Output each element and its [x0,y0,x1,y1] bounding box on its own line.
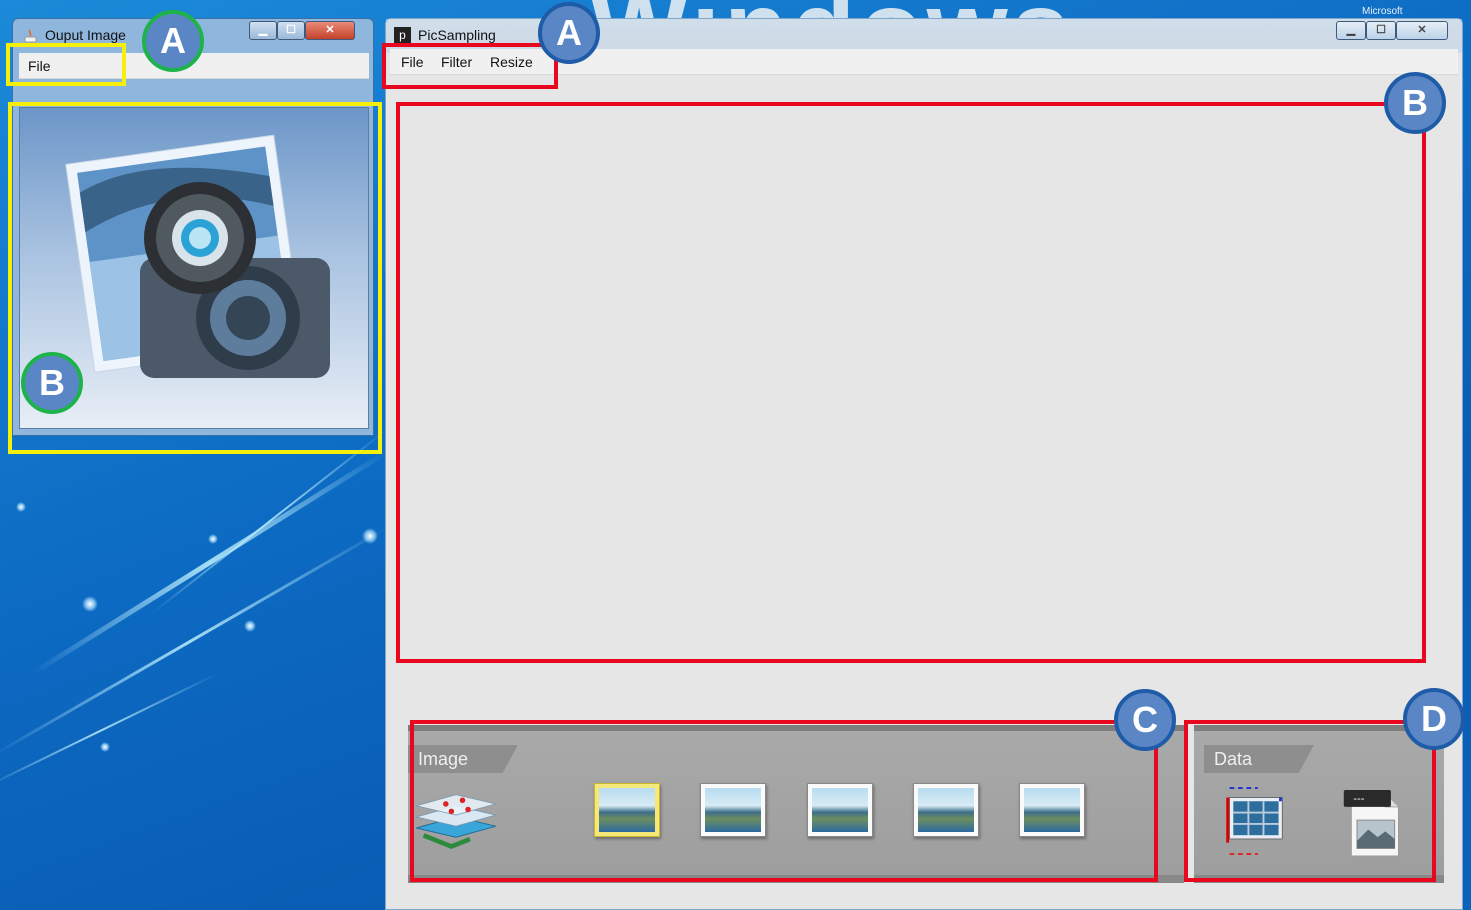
annotation-badge-b-main: B [1384,72,1446,134]
light-streak [30,449,390,676]
app-icon: p [394,27,411,44]
annotation-box-image-panel [410,720,1158,882]
annotation-box-output-menu [6,43,126,86]
sparkle [82,596,98,612]
sparkle [362,528,378,544]
light-streak [151,427,389,615]
minimize-button[interactable]: ▁ [1336,21,1366,40]
annotation-box-main-menu [382,43,558,89]
java-icon [24,29,37,43]
sparkle [16,502,26,512]
maximize-button[interactable]: ☐ [277,21,305,40]
annotation-badge-d: D [1403,688,1465,750]
output-window-title: Ouput Image [45,27,126,43]
annotation-box-data-panel [1184,720,1436,882]
sparkle [208,534,218,544]
microsoft-watermark: Microsoft [1362,6,1403,17]
main-window-title: PicSampling [418,27,496,43]
annotation-box-main-canvas [396,102,1426,663]
light-streak [0,525,390,758]
close-button[interactable]: ✕ [1396,21,1448,40]
sparkle [100,742,110,752]
annotation-badge-b-output: B [21,352,83,414]
sparkle [244,620,256,632]
annotation-badge-a-output: A [142,10,204,72]
annotation-badge-c: C [1114,689,1176,751]
annotation-badge-a-main: A [538,2,600,64]
maximize-button[interactable]: ☐ [1366,21,1396,40]
minimize-button[interactable]: ▁ [249,21,277,40]
close-button[interactable]: ✕ [305,21,355,40]
